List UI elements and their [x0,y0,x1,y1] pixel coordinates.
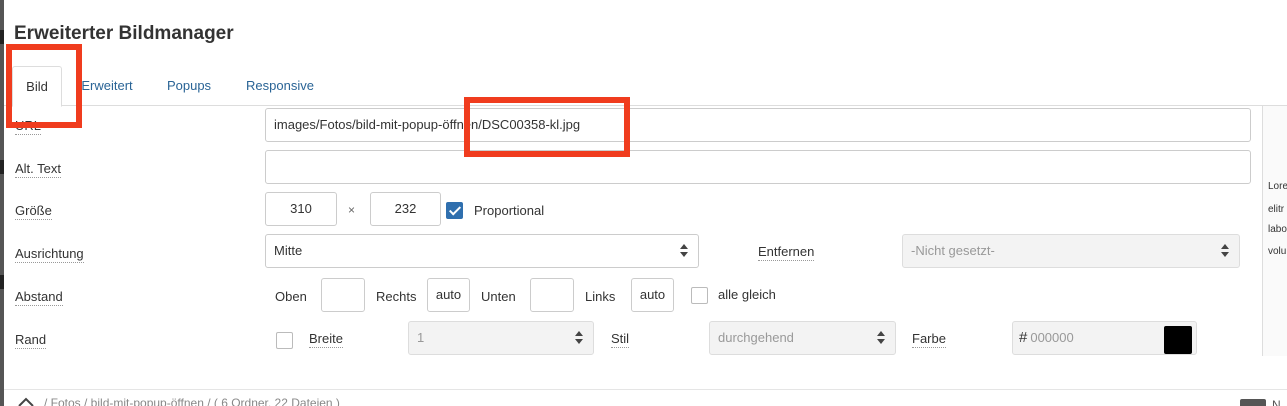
tab-erweitert[interactable]: Erweitert [76,66,138,106]
align-select-value: Mitte [274,243,303,258]
tab-bild[interactable]: Bild [12,66,62,107]
spacing-label: Abstand [15,289,63,306]
url-input[interactable]: images/Fotos/bild-mit-popup-öffnen/DSC00… [265,108,1251,142]
spacing-bottom-label: Unten [481,289,516,304]
select-arrows-icon [575,331,583,345]
spacing-left-label: Links [585,289,616,304]
url-label: URL [15,118,42,135]
all-equal-label: alle gleich [718,287,776,302]
color-swatch[interactable] [1164,326,1192,354]
spacing-left-input[interactable]: auto [631,278,674,312]
align-label: Ausrichtung [15,246,84,263]
border-color-input[interactable]: #000000 [1012,321,1197,355]
times-sign: × [348,203,356,217]
tab-popups[interactable]: Popups [162,66,216,106]
border-style-value: durchgehend [718,330,794,345]
border-checkbox[interactable] [276,332,293,349]
dialog-title: Erweiterter Bildmanager [14,23,234,44]
height-input[interactable]: 232 [370,192,441,226]
proportional-label: Proportional [474,203,545,218]
preview-pane: Lore elitr labo volu [1262,106,1287,356]
alt-text-label: Alt. Text [15,161,62,178]
breadcrumb[interactable]: / Fotos / bild-mit-popup-öffnen / ( 6 Or… [44,396,340,406]
preview-text-line: elitr [1268,204,1285,215]
spacing-top-input[interactable] [321,278,365,312]
file-browser-footer: / Fotos / bild-mit-popup-öffnen / ( 6 Or… [4,389,1287,406]
new-folder-label[interactable]: N [1272,398,1281,406]
hash-icon: # [1019,329,1028,346]
tab-bar: Bild Erweitert Popups Responsive [4,66,1287,107]
select-arrows-icon [680,244,688,258]
preview-text-line: volu [1268,246,1287,257]
border-color-label: Farbe [912,331,946,348]
select-arrows-icon [877,331,885,345]
preview-text-line: Lore [1268,181,1287,192]
width-input[interactable]: 310 [265,192,337,226]
align-select[interactable]: Mitte [265,234,699,268]
image-manager-dialog: Erweiterter Bildmanager Bild Erweitert P… [4,6,1287,406]
home-icon[interactable] [18,397,34,406]
all-equal-checkbox[interactable] [691,287,708,304]
remove-label: Entfernen [758,244,815,261]
preview-text-line: labo [1268,224,1287,235]
border-style-label: Stil [611,331,630,348]
border-label: Rand [15,332,47,349]
remove-select[interactable]: -Nicht gesetzt- [902,234,1240,268]
tab-responsive[interactable]: Responsive [242,66,318,106]
folder-icon[interactable] [1240,399,1266,406]
select-arrows-icon [1221,244,1229,258]
remove-select-value: -Nicht gesetzt- [911,243,995,258]
border-color-value: 000000 [1030,330,1074,345]
border-width-value: 1 [417,330,425,345]
spacing-right-label: Rechts [376,289,417,304]
border-style-select[interactable]: durchgehend [709,321,896,355]
size-label: Größe [15,203,52,220]
spacing-bottom-input[interactable] [530,278,574,312]
alt-text-input[interactable] [265,150,1251,184]
spacing-right-input[interactable]: auto [427,278,470,312]
border-width-label: Breite [309,331,343,348]
border-width-select[interactable]: 1 [408,321,594,355]
spacing-top-label: Oben [275,289,307,304]
proportional-checkbox[interactable] [446,202,463,219]
